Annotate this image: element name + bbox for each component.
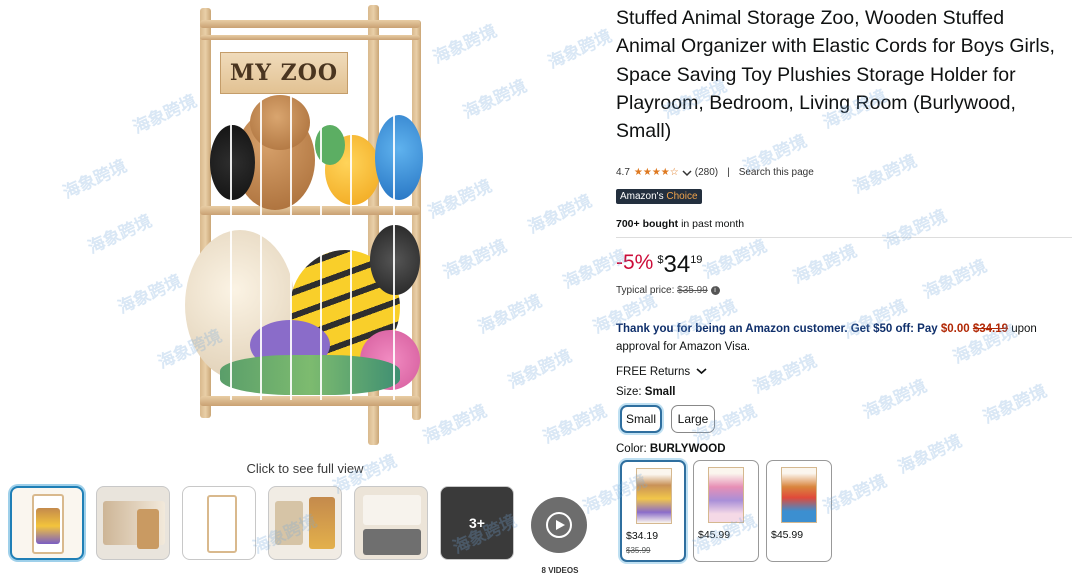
watermark: 海象跨境 [505, 346, 575, 393]
price-block: -5% $ 34 19 [616, 251, 702, 279]
watermark: 海象跨境 [980, 381, 1050, 428]
price-fraction: 19 [690, 254, 703, 266]
rating-row: 4.7 ★★★★☆ (280) | Search this page [616, 167, 814, 178]
more-count: 3+ [469, 515, 485, 531]
thumbnail-3[interactable] [182, 486, 256, 560]
typical-price-value: $35.99 [677, 285, 708, 296]
amazon-visa-offer[interactable]: Thank you for being an Amazon customer. … [616, 320, 1076, 356]
watermark: 海象跨境 [880, 206, 950, 253]
search-this-page-link[interactable]: Search this page [739, 167, 814, 178]
frame-rail [200, 396, 420, 406]
elastic-cord [393, 40, 395, 400]
watermark: 海象跨境 [525, 191, 595, 238]
divider [616, 237, 1072, 238]
price-whole: 34 [663, 251, 691, 278]
swatch-price: $45.99 [698, 529, 731, 541]
watermark: 海象跨境 [895, 431, 965, 478]
color-label-text: Color: [616, 443, 647, 455]
plush-bear-head [250, 95, 310, 150]
watermark: 海象跨境 [475, 291, 545, 338]
play-icon [546, 512, 572, 538]
frame-rail [200, 35, 420, 40]
free-returns-link[interactable]: FREE Returns [616, 366, 707, 378]
thumbnail-4[interactable] [268, 486, 342, 560]
swatch-price: $34.19 [626, 530, 659, 542]
elastic-cord [320, 40, 322, 400]
discount-percent: -5% [616, 251, 654, 274]
visa-new-price: $0.00 [940, 323, 970, 335]
elastic-cord [260, 40, 262, 400]
color-option-3[interactable]: $45.99 [766, 460, 832, 562]
frame-rail [200, 206, 420, 215]
thumbnail-2[interactable] [96, 486, 170, 560]
bought-count: 700+ bought [616, 218, 679, 230]
swatch-old-price: $35.99 [626, 546, 651, 555]
plush-green-base [220, 355, 400, 395]
free-returns-label: FREE Returns [616, 366, 691, 378]
click-to-view-link[interactable]: Click to see full view [200, 461, 410, 476]
product-main-image[interactable]: MY ZOO [150, 0, 450, 455]
swatch-image [636, 468, 672, 524]
videos-count-label: 8 VIDEOS [541, 566, 579, 575]
typical-price: Typical price: $35.99 i [616, 285, 720, 296]
chevron-down-icon[interactable] [682, 169, 692, 177]
size-label: Size: Small [616, 386, 675, 398]
badge-suffix: Choice [666, 191, 698, 202]
watermark: 海象跨境 [920, 256, 990, 303]
watermark: 海象跨境 [545, 26, 615, 73]
elastic-cord [350, 40, 352, 400]
watermark: 海象跨境 [860, 376, 930, 423]
watermark: 海象跨境 [700, 236, 770, 283]
bought-in-past-month: 700+ bought in past month [616, 218, 744, 230]
color-option-burlywood[interactable]: $34.19 $35.99 [620, 460, 686, 562]
elastic-cord [290, 40, 292, 400]
rating-count-link[interactable]: (280) [695, 167, 718, 178]
watermark: 海象跨境 [85, 211, 155, 258]
size-option-large[interactable]: Large [671, 405, 715, 433]
thumbnail-5[interactable] [354, 486, 428, 560]
watermark: 海象跨境 [790, 241, 860, 288]
bought-rest: in past month [681, 218, 745, 230]
product-title: Stuffed Animal Storage Zoo, Wooden Stuff… [616, 7, 1055, 143]
swatch-price: $45.99 [771, 529, 804, 541]
chevron-down-icon [696, 368, 707, 375]
watermark: 海象跨境 [60, 156, 130, 203]
elastic-cord [230, 40, 232, 400]
plush-penguin [210, 125, 255, 200]
visa-old-price: $34.19 [972, 323, 1009, 335]
thumbnail-more[interactable]: 3+ [440, 486, 514, 560]
color-option-2[interactable]: $45.99 [693, 460, 759, 562]
amazons-choice-badge[interactable]: Amazon's Choice [616, 189, 702, 204]
watermark: 海象跨境 [850, 151, 920, 198]
play-video-button[interactable] [531, 497, 587, 553]
swatch-image [781, 467, 817, 523]
my-zoo-sign: MY ZOO [220, 52, 348, 94]
size-label-text: Size: [616, 386, 642, 398]
separator: | [727, 167, 730, 178]
color-label: Color: BURLYWOOD [616, 443, 726, 455]
rating-score[interactable]: 4.7 [616, 167, 630, 178]
color-selected-value: BURLYWOOD [649, 443, 726, 455]
thumbnail-1[interactable] [10, 486, 84, 560]
typical-price-label: Typical price: [616, 285, 675, 296]
visa-offer-lead: Thank you for being an Amazon customer. … [616, 323, 938, 335]
size-selected-value: Small [644, 386, 676, 398]
info-icon[interactable]: i [710, 285, 720, 295]
plush-stitch [375, 115, 423, 200]
watermark: 海象跨境 [460, 76, 530, 123]
badge-prefix: Amazon's [620, 191, 664, 202]
size-option-small[interactable]: Small [620, 405, 662, 433]
star-rating-icon[interactable]: ★★★★☆ [634, 167, 679, 178]
plush-dark [370, 225, 420, 295]
frame-rail [200, 20, 420, 28]
swatch-image [708, 467, 744, 523]
watermark: 海象跨境 [540, 401, 610, 448]
